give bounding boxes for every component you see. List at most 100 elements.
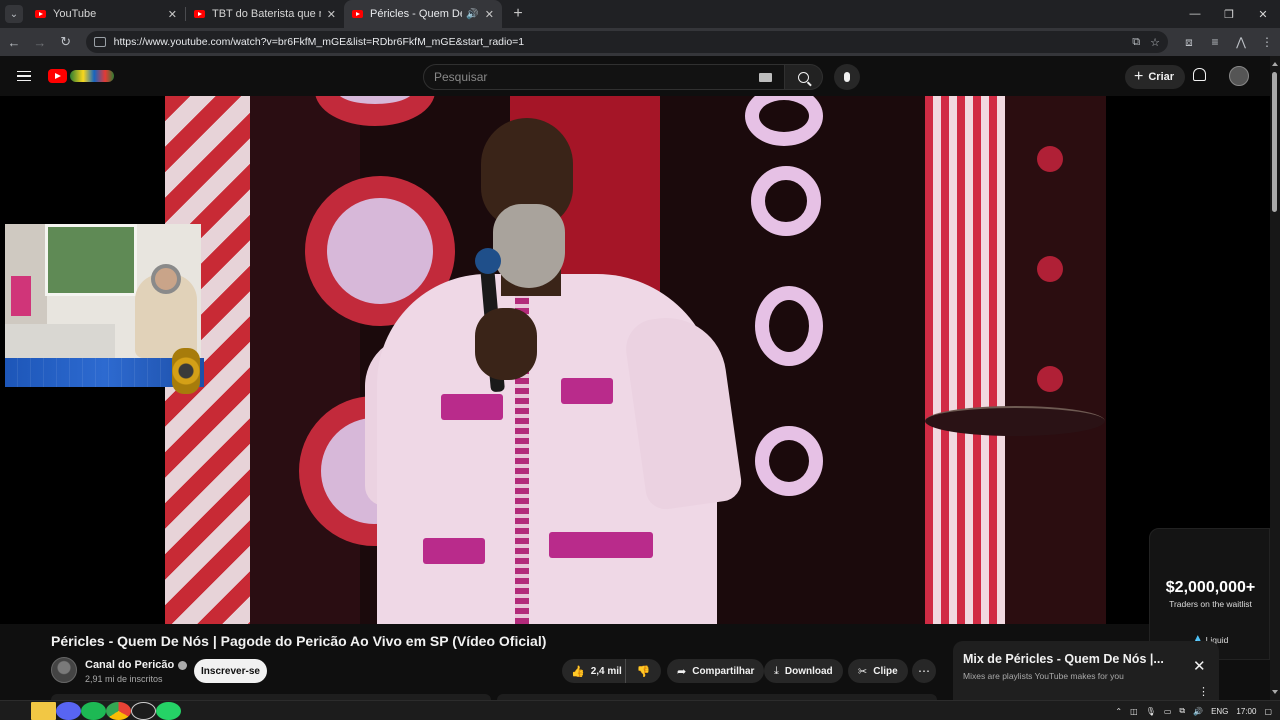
language-indicator[interactable]: ENG bbox=[1211, 707, 1228, 716]
spotify-button[interactable] bbox=[81, 701, 106, 720]
notifications-bell-icon[interactable] bbox=[1193, 68, 1206, 81]
stage-light bbox=[1037, 256, 1063, 282]
close-icon[interactable]: ✕ bbox=[1193, 657, 1206, 675]
menu-icon[interactable]: ⋮ bbox=[1254, 35, 1280, 50]
mix-title[interactable]: Mix de Péricles - Quem De Nós |... bbox=[963, 652, 1168, 666]
scroll-down-icon[interactable] bbox=[1272, 690, 1278, 694]
url-text[interactable]: https://www.youtube.com/watch?v=br6FkfM_… bbox=[114, 36, 1123, 48]
stage-light bbox=[1037, 366, 1063, 392]
mix-playlist-panel[interactable]: Mix de Péricles - Quem De Nós |... Mixes… bbox=[953, 641, 1219, 700]
start-button[interactable] bbox=[6, 702, 31, 720]
speaker-icon[interactable]: 🔊 bbox=[466, 9, 478, 20]
site-info-icon[interactable] bbox=[93, 37, 106, 47]
more-actions-button[interactable]: ⋯ bbox=[912, 659, 936, 683]
notifications-icon[interactable]: ▢ bbox=[1264, 707, 1272, 716]
install-app-icon[interactable]: ⧉ bbox=[1132, 36, 1140, 49]
microphone-head bbox=[475, 248, 501, 274]
clip-button[interactable]: ✂ Clipe bbox=[848, 659, 908, 683]
voice-search-button[interactable] bbox=[834, 64, 860, 90]
download-icon: ⤓ bbox=[774, 664, 779, 677]
whatsapp-button[interactable] bbox=[156, 701, 181, 720]
file-explorer-button[interactable] bbox=[31, 701, 56, 720]
youtube-logo[interactable] bbox=[48, 69, 114, 83]
restore-icon[interactable]: ❐ bbox=[1212, 0, 1246, 28]
tab-title: YouTube bbox=[53, 8, 97, 20]
youtube-doodle bbox=[70, 70, 114, 82]
chrome-button[interactable] bbox=[106, 701, 131, 720]
scrollbar-thumb[interactable] bbox=[1272, 72, 1277, 212]
reload-icon[interactable]: ↻ bbox=[54, 34, 78, 50]
youtube-masthead: Pesquisar + Criar bbox=[0, 56, 1270, 96]
youtube-favicon-icon bbox=[194, 10, 205, 18]
media-controls-icon[interactable]: ≡ bbox=[1202, 35, 1228, 50]
new-tab-button[interactable]: + bbox=[508, 5, 528, 23]
forward-icon[interactable]: → bbox=[28, 35, 52, 50]
window-controls: — ❐ ✕ bbox=[1178, 0, 1280, 28]
tab-youtube[interactable]: YouTube ✕ bbox=[27, 0, 185, 28]
scroll-up-icon[interactable] bbox=[1272, 62, 1278, 66]
subscribe-button[interactable]: Inscrever-se bbox=[194, 659, 267, 683]
stage-right-panel bbox=[925, 96, 1005, 624]
tab-search-icon[interactable]: ⌄ bbox=[5, 5, 23, 23]
singer-hand bbox=[475, 308, 537, 380]
video-title: Péricles - Quem De Nós | Pagode do Peric… bbox=[51, 633, 547, 649]
tray-app-icon[interactable]: ◫ bbox=[1130, 707, 1138, 716]
download-button[interactable]: ⤓ Download bbox=[764, 659, 843, 683]
tab-pericles-active[interactable]: Péricles - Quem De Nós | P 🔊 ✕ bbox=[344, 0, 502, 28]
bookmark-star-icon[interactable]: ☆ bbox=[1150, 36, 1160, 49]
youtube-favicon-icon bbox=[35, 10, 46, 18]
share-button[interactable]: ➦ Compartilhar bbox=[667, 659, 765, 683]
stage-band bbox=[250, 96, 360, 624]
create-button[interactable]: + Criar bbox=[1125, 65, 1186, 89]
app-button[interactable] bbox=[131, 701, 156, 720]
profile-icon[interactable]: ⋀ bbox=[1228, 35, 1254, 50]
tab-close-icon[interactable]: ✕ bbox=[327, 8, 336, 21]
hamburger-menu-icon[interactable] bbox=[17, 70, 31, 82]
channel-avatar[interactable] bbox=[51, 657, 77, 683]
ad-headline: $2,000,000+ bbox=[1165, 579, 1256, 596]
minimize-icon[interactable]: — bbox=[1178, 0, 1212, 28]
taskbar-apps bbox=[6, 701, 181, 720]
tray-network-icon[interactable]: ▭ bbox=[1164, 707, 1172, 716]
account-avatar[interactable] bbox=[1229, 66, 1249, 86]
tray-mic-icon[interactable]: 🎙 bbox=[1146, 707, 1156, 716]
tab-tbt-baterista[interactable]: TBT do Baterista que não sabia ✕ bbox=[186, 0, 344, 28]
webcam-headset bbox=[151, 264, 181, 294]
back-icon[interactable]: ← bbox=[2, 35, 26, 50]
verified-icon bbox=[178, 660, 188, 670]
channel-name[interactable]: Canal do Pericão bbox=[85, 659, 174, 671]
toolbar-icons: ⧈ ≡ ⋀ ⋮ bbox=[1176, 35, 1280, 50]
tab-close-icon[interactable]: ✕ bbox=[168, 8, 177, 21]
keyboard-icon[interactable] bbox=[759, 73, 772, 82]
dislike-button[interactable]: 👎 bbox=[626, 665, 661, 678]
video-frame[interactable] bbox=[165, 96, 1106, 624]
chrome-icon bbox=[106, 701, 131, 720]
shirt-pocket bbox=[549, 532, 653, 558]
search-button[interactable] bbox=[785, 64, 823, 90]
stage-dark-side bbox=[1005, 96, 1106, 624]
search-placeholder: Pesquisar bbox=[434, 70, 488, 84]
like-button[interactable]: 👍 2,4 mil bbox=[562, 659, 626, 683]
tray-chevron-icon[interactable]: ⌃ bbox=[1115, 707, 1122, 716]
extensions-icon[interactable]: ⧈ bbox=[1176, 35, 1202, 50]
address-bar[interactable]: https://www.youtube.com/watch?v=br6FkfM_… bbox=[85, 31, 1168, 53]
ad-subline: Traders on the waitlist bbox=[1169, 599, 1252, 609]
like-count: 2,4 mil bbox=[590, 665, 622, 677]
browser-tab-strip: ⌄ YouTube ✕ TBT do Baterista que não sab… bbox=[0, 0, 1280, 28]
discord-button[interactable] bbox=[56, 701, 81, 720]
tab-close-icon[interactable]: ✕ bbox=[485, 8, 494, 21]
scissors-icon: ✂ bbox=[858, 665, 868, 678]
page-scrollbar[interactable] bbox=[1270, 56, 1280, 700]
channel-name-row[interactable]: Canal do Pericão bbox=[85, 659, 188, 671]
search-input[interactable]: Pesquisar bbox=[423, 64, 785, 90]
close-window-icon[interactable]: ✕ bbox=[1246, 0, 1280, 28]
clock[interactable]: 17:00 bbox=[1236, 707, 1256, 716]
windows-taskbar: ⌃ ◫ 🎙 ▭ ⧉ 🔊 ENG 17:00 ▢ bbox=[0, 700, 1280, 720]
shirt-pocket bbox=[561, 378, 613, 404]
more-vert-icon[interactable]: ⋮ bbox=[1198, 685, 1209, 698]
tab-title: TBT do Baterista que não sabia bbox=[212, 8, 321, 20]
youtube-play-icon bbox=[48, 69, 67, 83]
tray-volume-icon[interactable]: 🔊 bbox=[1193, 707, 1203, 716]
youtube-favicon-icon bbox=[352, 10, 363, 18]
tray-display-icon[interactable]: ⧉ bbox=[1179, 706, 1185, 716]
